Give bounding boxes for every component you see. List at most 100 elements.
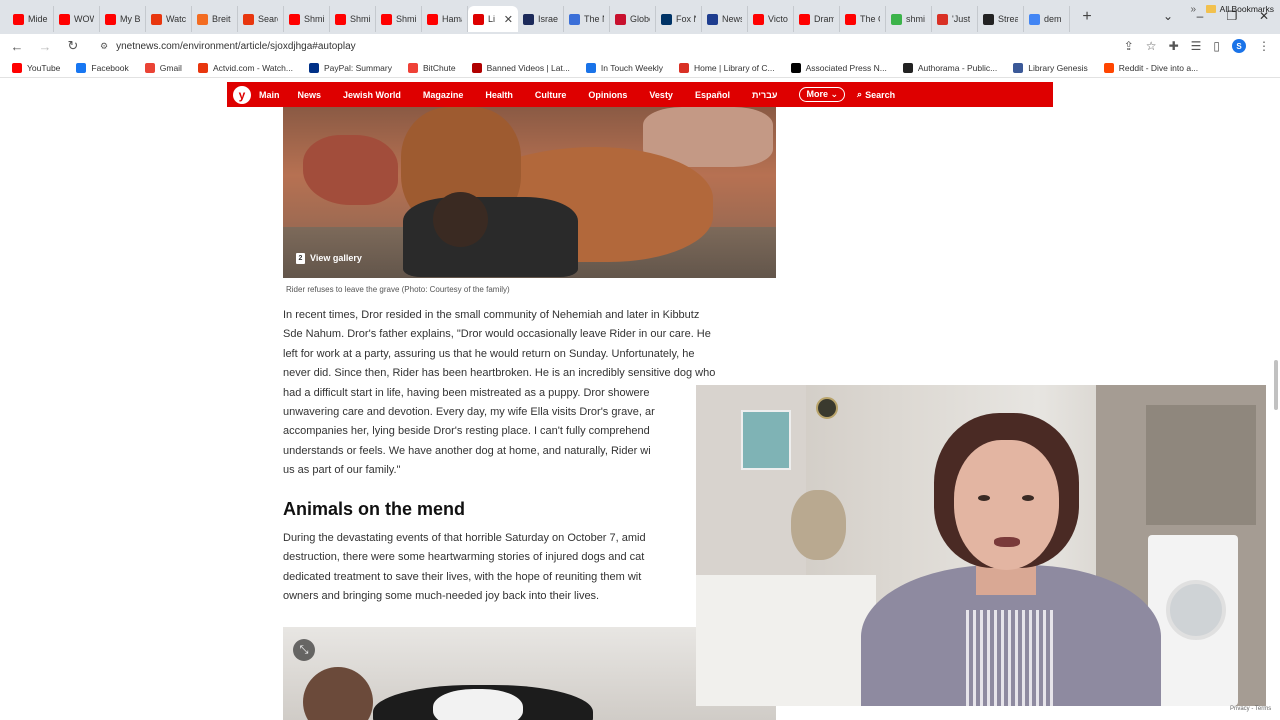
nav-item[interactable]: Jewish World [343, 90, 401, 100]
webcam-bag [791, 490, 846, 560]
forward-icon[interactable]: → [38, 39, 52, 54]
photo-dog-patch [433, 689, 523, 720]
browser-tab[interactable]: 'Just [932, 6, 978, 32]
view-gallery-button[interactable]: 2 View gallery [296, 250, 362, 266]
browser-tab[interactable]: shmi [886, 6, 932, 32]
tab-label: WOW [74, 14, 94, 24]
google-icon [1029, 13, 1040, 25]
person-icon [937, 13, 948, 25]
browser-tab[interactable]: Strea [978, 6, 1024, 32]
tab-label: Li [488, 14, 496, 24]
bookmark-item[interactable]: YouTube [12, 62, 61, 73]
nav-item[interactable]: Opinions [588, 90, 627, 100]
bookmark-item[interactable]: Gmail [144, 62, 182, 73]
browser-tab[interactable]: Li ✕ [468, 6, 518, 32]
nav-item[interactable]: Health [485, 90, 513, 100]
side-panel-icon[interactable]: ▯ [1213, 39, 1220, 53]
bookmark-favicon-icon [471, 62, 482, 73]
browser-tab[interactable]: Globe [610, 6, 656, 32]
bookmark-item[interactable]: Home | Library of C... [678, 62, 775, 73]
bookmark-item[interactable]: Actvid.com - Watch... [197, 62, 293, 73]
nav-item[interactable]: Culture [535, 90, 567, 100]
bookmark-item[interactable]: Associated Press N... [790, 62, 887, 73]
bookmark-item[interactable]: Reddit - Dive into a... [1103, 62, 1198, 73]
browser-tab[interactable]: Breit [192, 6, 238, 32]
browser-tab[interactable]: Watch [146, 6, 192, 32]
browser-tab[interactable]: Searc [238, 6, 284, 32]
browser-tab[interactable]: Israel [518, 6, 564, 32]
browser-tab[interactable]: Hama [422, 6, 468, 32]
photo-caption: Rider refuses to leave the grave (Photo:… [286, 285, 510, 294]
search-site-icon [243, 13, 254, 25]
bookmark-favicon-icon [902, 62, 913, 73]
tab-label: Shmi [304, 14, 324, 24]
expand-icon[interactable]: ⤡ [293, 639, 315, 661]
browser-tab[interactable]: Shmi [376, 6, 422, 32]
webcam-shelf-right [1146, 405, 1256, 525]
bookmark-star-icon[interactable]: ☆ [1146, 39, 1157, 53]
scrollbar-thumb[interactable] [1274, 360, 1278, 410]
bookmark-item[interactable]: In Touch Weekly [585, 62, 663, 73]
site-search-button[interactable]: ⌕ Search [857, 89, 895, 100]
nav-item[interactable]: News [298, 90, 322, 100]
news-icon [523, 13, 534, 25]
share-icon[interactable]: ⇪ [1124, 39, 1134, 53]
browser-tab[interactable]: WOW [54, 6, 100, 32]
tab-label: shmi [906, 14, 926, 24]
tab-label: Shmi [350, 14, 370, 24]
bookmarks-overflow-icon[interactable]: » [1190, 4, 1196, 15]
browser-tab[interactable]: Mide [8, 6, 54, 32]
tab-search-icon[interactable]: ⌄ [1152, 9, 1184, 23]
nav-item[interactable]: Magazine [423, 90, 464, 100]
bookmark-item[interactable]: BitChute [407, 62, 456, 73]
extensions-icon[interactable]: ✚ [1169, 39, 1179, 53]
ynet-logo[interactable]: y [233, 85, 251, 104]
bookmark-item[interactable]: Authorama - Public... [902, 62, 997, 73]
nav-item[interactable]: Vesty [649, 90, 673, 100]
bookmark-item[interactable]: Facebook [76, 62, 129, 73]
more-menu-button[interactable]: More ⌄ [799, 87, 846, 102]
nav-item[interactable]: Español [695, 90, 730, 100]
youtube-icon [381, 13, 392, 25]
reload-icon[interactable]: ↻ [66, 38, 80, 54]
bookmark-favicon-icon [76, 62, 87, 73]
browser-tab[interactable]: Shmi [284, 6, 330, 32]
tab-label: Dram [814, 14, 834, 24]
tab-label: The C [860, 14, 880, 24]
bookmark-item[interactable]: Banned Videos | Lat... [471, 62, 570, 73]
close-tab-icon[interactable]: ✕ [504, 13, 513, 26]
privacy-terms-link[interactable]: Privacy - Terms [1230, 706, 1271, 712]
nav-item[interactable]: עברית [752, 90, 778, 100]
bookmark-item[interactable]: PayPal: Summary [308, 62, 392, 73]
tab-label: Hama [442, 14, 462, 24]
address-bar[interactable]: ⚙ ynetnews.com/environment/article/sjoxd… [94, 36, 1110, 56]
bookmark-item[interactable]: Library Genesis [1013, 62, 1088, 73]
browser-tab[interactable]: News [702, 6, 748, 32]
browser-tab[interactable]: My B [100, 6, 146, 32]
menu-icon[interactable]: ⋮ [1258, 39, 1270, 53]
bookmark-favicon-icon [1103, 62, 1114, 73]
reading-list-icon[interactable]: ☰ [1191, 39, 1202, 53]
browser-tab[interactable]: Fox N [656, 6, 702, 32]
new-tab-button[interactable]: + [1076, 8, 1098, 26]
youtube-icon [845, 13, 856, 25]
nav-item[interactable]: Main [259, 90, 280, 100]
photo-dog-harness [403, 197, 578, 277]
fox-icon [661, 13, 672, 25]
browser-tab[interactable]: dem [1024, 6, 1070, 32]
all-bookmarks[interactable]: All Bookmarks [1205, 4, 1274, 14]
browser-tab[interactable]: The C [840, 6, 886, 32]
profile-avatar[interactable]: S [1232, 39, 1246, 53]
tab-label: Victo [768, 14, 788, 24]
browser-tab[interactable]: Victo [748, 6, 794, 32]
paragraph-line: Sde Nahum. Dror's father explains, "Dror… [283, 328, 711, 341]
webcam-overlay [696, 385, 1266, 706]
browser-tab[interactable]: Shmi [330, 6, 376, 32]
webcam-cabinet [696, 575, 876, 706]
tab-strip: Mide WOW My B Watch Breit Searc Shmi Shmi Shmi Ha… [0, 0, 1280, 34]
browser-tab[interactable]: The N [564, 6, 610, 32]
back-icon[interactable]: ← [10, 39, 24, 54]
bookmark-label: YouTube [27, 62, 61, 73]
browser-tab[interactable]: Dram [794, 6, 840, 32]
site-info-icon[interactable]: ⚙ [100, 41, 108, 52]
